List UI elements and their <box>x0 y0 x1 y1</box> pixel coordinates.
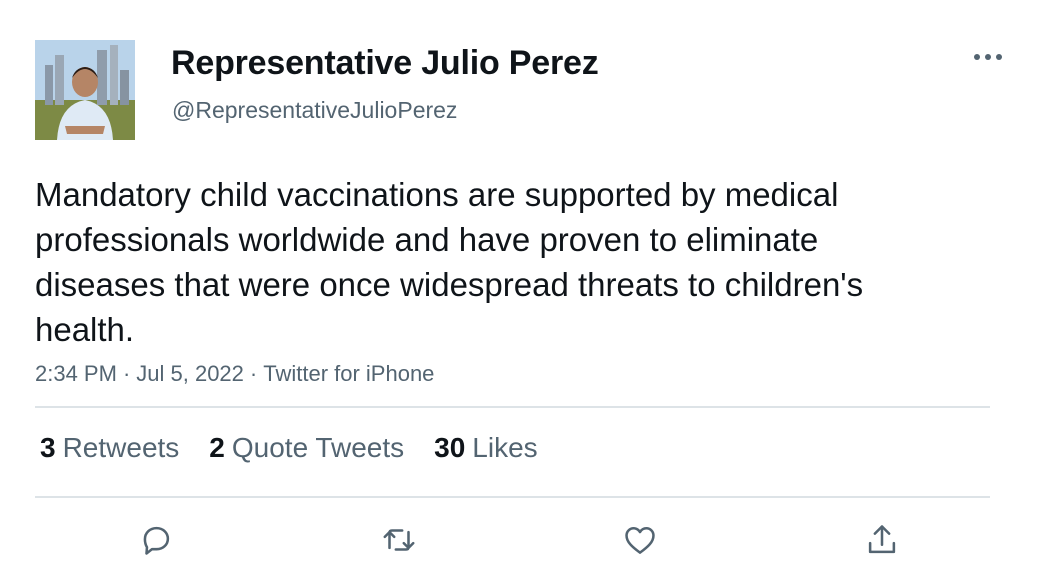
stat-count: 3 <box>40 432 56 463</box>
stat-label: Likes <box>472 432 538 463</box>
avatar[interactable] <box>35 40 135 140</box>
stat-count: 30 <box>434 432 466 463</box>
tweet-source[interactable]: Twitter for iPhone <box>263 361 434 386</box>
divider <box>35 406 990 408</box>
divider <box>35 496 990 498</box>
tweet-date[interactable]: Jul 5, 2022 <box>136 361 244 386</box>
retweet-button[interactable] <box>377 518 421 562</box>
stat-count: 2 <box>209 432 225 463</box>
reply-icon <box>143 526 170 555</box>
engagement-stats: 3 Retweets 2 Quote Tweets 30 Likes <box>40 432 568 464</box>
reply-button[interactable] <box>134 518 178 562</box>
tweet-metadata: 2:34 PM · Jul 5, 2022 · Twitter for iPhone <box>35 361 434 387</box>
display-name[interactable]: Representative Julio Perez <box>171 44 599 83</box>
more-options-button[interactable] <box>970 44 1006 70</box>
stat-label: Retweets <box>62 432 180 463</box>
user-handle[interactable]: @RepresentativeJulioPerez <box>172 97 457 124</box>
meta-separator: · <box>122 361 131 386</box>
like-button[interactable] <box>618 518 662 562</box>
tweet-card: Representative Julio Perez @Representati… <box>0 0 1050 570</box>
stat-label: Quote Tweets <box>231 432 405 463</box>
share-icon <box>868 525 896 554</box>
retweets-stat[interactable]: 3 Retweets <box>40 432 179 464</box>
retweet-icon <box>383 529 415 551</box>
quote-tweets-stat[interactable]: 2 Quote Tweets <box>209 432 404 464</box>
share-button[interactable] <box>860 518 904 562</box>
likes-stat[interactable]: 30 Likes <box>434 432 538 464</box>
tweet-time[interactable]: 2:34 PM <box>35 361 117 386</box>
meta-separator: · <box>249 361 258 386</box>
tweet-text: Mandatory child vaccinations are support… <box>35 176 864 348</box>
more-dots-icon <box>974 54 1002 60</box>
avatar-photo <box>35 40 135 140</box>
like-icon <box>625 527 655 554</box>
